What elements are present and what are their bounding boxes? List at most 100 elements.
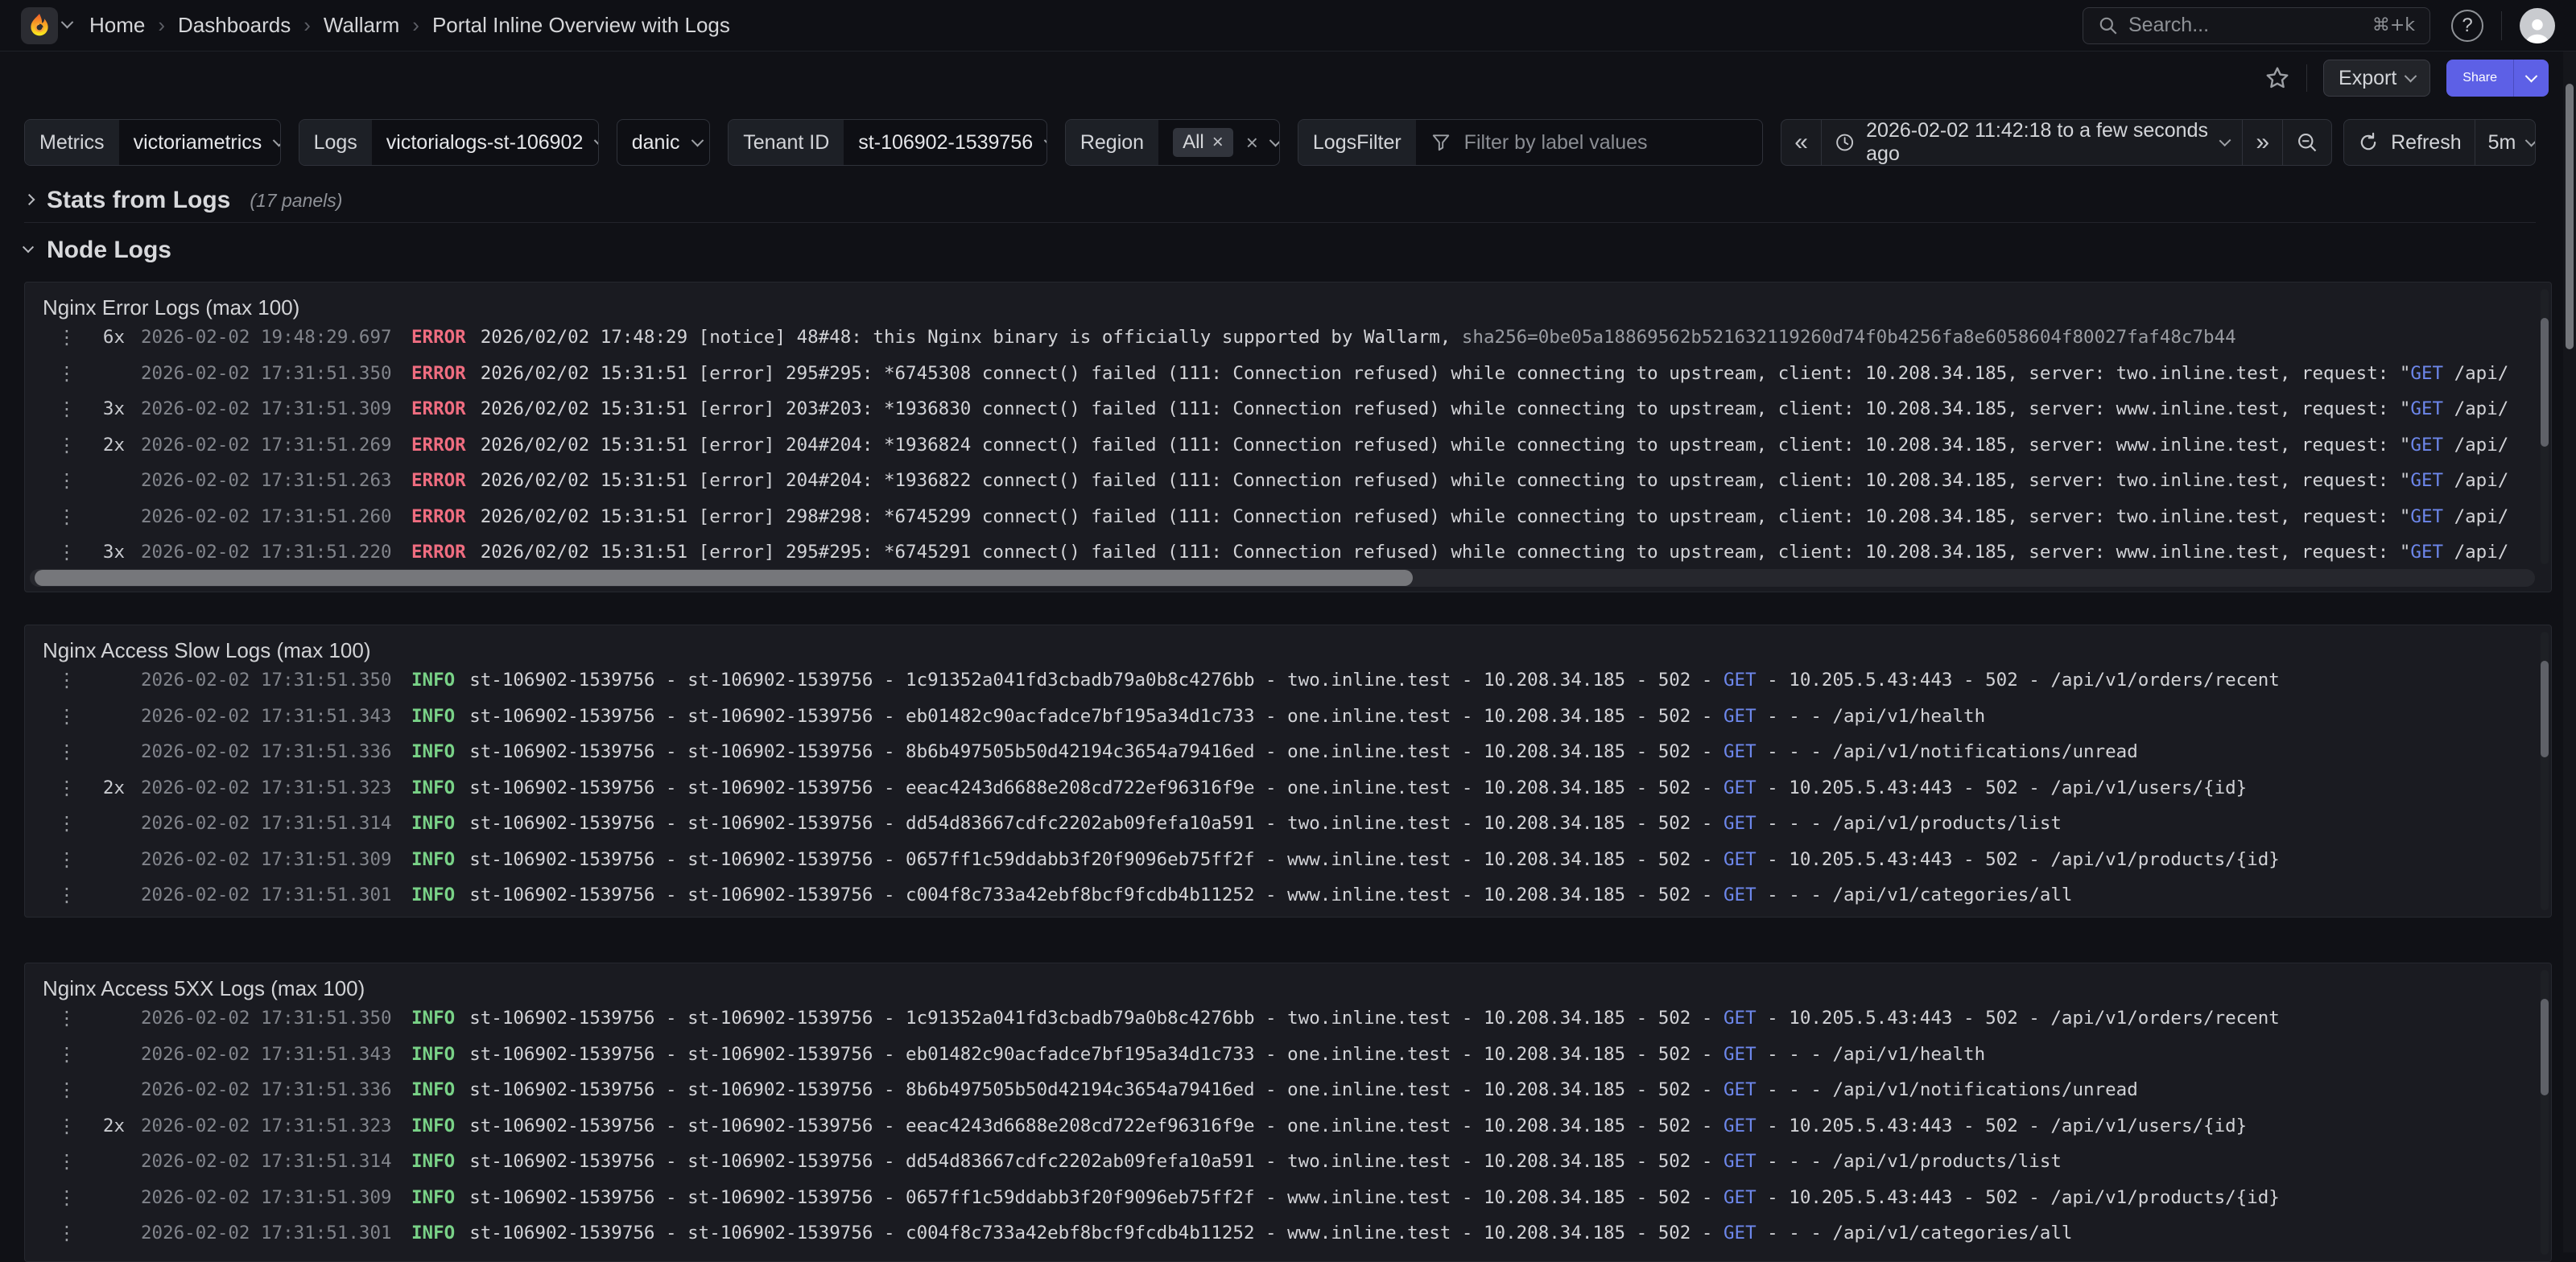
row-menu-icon[interactable]: ⋮	[57, 777, 76, 799]
clear-all-icon[interactable]: ×	[1246, 130, 1258, 155]
log-message: st-106902-1539756 - st-106902-1539756 - …	[469, 885, 2072, 905]
region-variable[interactable]: Region All × ×	[1065, 119, 1280, 166]
section-title[interactable]: Node Logs	[47, 237, 171, 264]
row-menu-icon[interactable]: ⋮	[57, 705, 76, 728]
tenant-variable[interactable]: Tenant ID st-106902-1539756	[728, 119, 1047, 166]
log-message-segment: GET	[2410, 506, 2443, 527]
log-message-segment: st-106902-1539756 - st-106902-1539756 - …	[469, 1223, 1724, 1243]
window-scrollbar-track[interactable]	[2563, 52, 2576, 1252]
row-menu-icon[interactable]: ⋮	[57, 1078, 76, 1101]
log-timestamp: 2026-02-02 17:31:51.309	[141, 849, 392, 870]
time-shift-forward-button[interactable]: »	[2242, 120, 2282, 165]
row-menu-icon[interactable]: ⋮	[57, 669, 76, 691]
panel-vertical-scrollbar-thumb[interactable]	[2541, 318, 2549, 447]
region-label: Region	[1066, 120, 1158, 165]
remove-chip-icon[interactable]: ×	[1212, 131, 1224, 154]
favorite-star-icon[interactable]	[2264, 65, 2290, 91]
row-menu-icon[interactable]: ⋮	[57, 1222, 76, 1244]
row-menu-icon[interactable]: ⋮	[57, 398, 76, 420]
log-timestamp: 2026-02-02 17:31:51.309	[141, 1187, 392, 1208]
log-message: st-106902-1539756 - st-106902-1539756 - …	[469, 1151, 2062, 1172]
log-message-segment: - - - /api/v1/notifications/unread	[1757, 1079, 2138, 1100]
share-menu-button[interactable]	[2513, 60, 2549, 97]
row-menu-icon[interactable]: ⋮	[57, 1115, 76, 1137]
row-menu-icon[interactable]: ⋮	[57, 1186, 76, 1209]
log-message-segment: st-106902-1539756 - st-106902-1539756 - …	[469, 849, 1724, 870]
panel-nginx-access-slow-logs: Nginx Access Slow Logs (max 100) ⋮2026-0…	[24, 625, 2552, 918]
window-scrollbar-thumb[interactable]	[2566, 84, 2574, 349]
row-menu-icon[interactable]: ⋮	[57, 505, 76, 528]
refresh-button[interactable]: Refresh	[2344, 120, 2475, 165]
repeat-count: 2x	[76, 777, 125, 798]
grafana-flame-icon	[26, 12, 53, 39]
log-level-badge: INFO	[411, 1044, 455, 1065]
log-row: ⋮2026-02-02 17:31:51.350INFOst-106902-15…	[25, 1000, 2538, 1037]
node-variable[interactable]: danic	[617, 119, 711, 166]
panel-horizontal-scrollbar-thumb[interactable]	[35, 570, 1413, 586]
panel-title[interactable]: Nginx Access Slow Logs (max 100)	[25, 625, 2551, 663]
section-divider	[24, 222, 2536, 223]
time-shift-back-button[interactable]: «	[1781, 120, 1821, 165]
log-message-segment: st-106902-1539756 - st-106902-1539756 - …	[469, 1044, 1724, 1065]
section-panel-count: (17 panels)	[250, 190, 342, 212]
avatar[interactable]	[2520, 8, 2555, 43]
panel-vertical-scrollbar-thumb[interactable]	[2541, 999, 2549, 1095]
panel-vertical-scrollbar-thumb[interactable]	[2541, 661, 2549, 757]
log-message: 2026/02/02 15:31:51 [error] 203#203: *19…	[481, 398, 2509, 419]
row-menu-icon[interactable]: ⋮	[57, 326, 76, 348]
logs-label: Logs	[299, 120, 372, 165]
log-message-segment: st-106902-1539756 - st-106902-1539756 - …	[469, 885, 1724, 905]
logs-variable[interactable]: Logs victorialogs-st-106902	[299, 119, 599, 166]
log-message-segment: sha256=0be05a18869562b521632119260d74f0b…	[1462, 327, 2236, 348]
log-level-badge: INFO	[411, 777, 455, 798]
row-menu-icon[interactable]: ⋮	[57, 1150, 76, 1173]
region-chip[interactable]: All ×	[1173, 128, 1233, 157]
org-switcher-chevron-icon[interactable]	[63, 19, 72, 33]
grafana-logo[interactable]	[21, 7, 58, 44]
row-menu-icon[interactable]: ⋮	[57, 848, 76, 871]
row-menu-icon[interactable]: ⋮	[57, 434, 76, 456]
breadcrumb-home[interactable]: Home	[89, 13, 145, 38]
breadcrumb-dashboards[interactable]: Dashboards	[178, 13, 291, 38]
row-stats-from-logs[interactable]: Stats from Logs (17 panels)	[24, 187, 2536, 214]
log-row: ⋮2026-02-02 17:31:51.343INFOst-106902-15…	[25, 1037, 2538, 1073]
log-message: st-106902-1539756 - st-106902-1539756 - …	[469, 670, 2280, 691]
search-input[interactable]: Search... ⌘+k	[2083, 7, 2430, 44]
log-message-segment: /api/	[2443, 363, 2508, 384]
breadcrumb: Home › Dashboards › Wallarm › Portal Inl…	[89, 13, 730, 38]
row-node-logs[interactable]: Node Logs	[24, 237, 2536, 264]
log-row: ⋮2x2026-02-02 17:31:51.323INFOst-106902-…	[25, 1108, 2538, 1144]
zoom-out-time-button[interactable]	[2282, 120, 2331, 165]
panel-horizontal-scrollbar-track[interactable]	[30, 569, 2535, 587]
time-range-picker[interactable]: 2026-02-02 11:42:18 to a few seconds ago	[1821, 120, 2243, 165]
export-button[interactable]: Export	[2323, 60, 2430, 97]
panel-title[interactable]: Nginx Error Logs (max 100)	[25, 283, 2551, 320]
breadcrumb-folder[interactable]: Wallarm	[324, 13, 399, 38]
row-menu-icon[interactable]: ⋮	[57, 740, 76, 763]
log-message-segment: /api/	[2443, 542, 2508, 563]
log-row: ⋮2x2026-02-02 17:31:51.323INFOst-106902-…	[25, 770, 2538, 806]
log-message: st-106902-1539756 - st-106902-1539756 - …	[469, 706, 1985, 727]
log-message-segment: /api/	[2443, 470, 2508, 491]
row-menu-icon[interactable]: ⋮	[57, 812, 76, 835]
node-value: danic	[632, 131, 680, 155]
row-menu-icon[interactable]: ⋮	[57, 541, 76, 563]
log-message-segment: 2026/02/02 15:31:51 [error] 203#203: *19…	[481, 398, 2411, 419]
panel-title[interactable]: Nginx Access 5XX Logs (max 100)	[25, 963, 2551, 1001]
log-level-badge: INFO	[411, 1116, 455, 1136]
help-icon[interactable]: ?	[2451, 10, 2483, 42]
row-menu-icon[interactable]: ⋮	[57, 1007, 76, 1029]
log-row: ⋮2026-02-02 17:31:51.336INFOst-106902-15…	[25, 734, 2538, 770]
metrics-variable[interactable]: Metrics victoriametrics	[24, 119, 281, 166]
logsfilter-variable[interactable]: LogsFilter Filter by label values	[1298, 119, 1763, 166]
section-title[interactable]: Stats from Logs	[47, 187, 230, 214]
row-menu-icon[interactable]: ⋮	[57, 469, 76, 492]
row-menu-icon[interactable]: ⋮	[57, 884, 76, 906]
row-menu-icon[interactable]: ⋮	[57, 1043, 76, 1066]
refresh-interval-dropdown[interactable]: 5m	[2475, 120, 2536, 165]
log-message-segment: - 10.205.5.43:443 - 502 - /api/v1/users/…	[1757, 1116, 2248, 1136]
log-level-badge: INFO	[411, 885, 455, 905]
log-message: 2026/02/02 15:31:51 [error] 204#204: *19…	[481, 470, 2509, 491]
row-menu-icon[interactable]: ⋮	[57, 362, 76, 385]
share-button[interactable]: Share	[2446, 60, 2513, 97]
